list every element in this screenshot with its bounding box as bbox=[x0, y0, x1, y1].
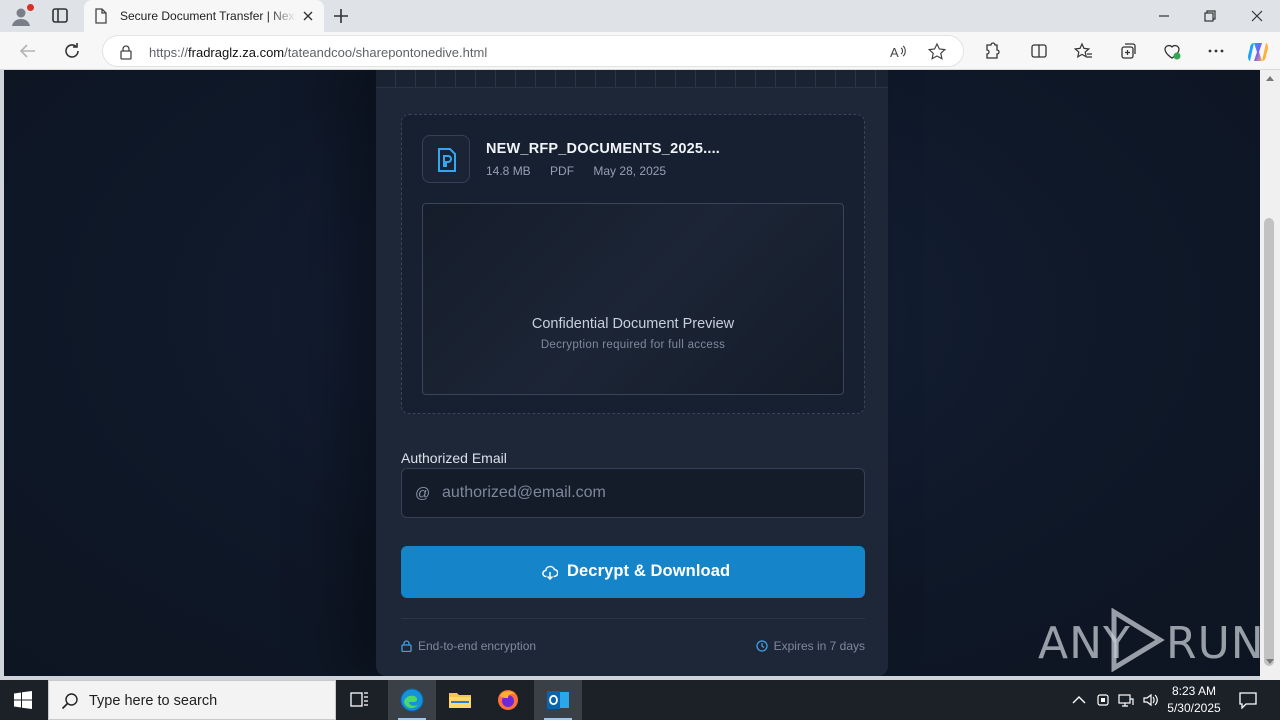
file-meta: 14.8 MB PDF May 28, 2025 bbox=[486, 164, 682, 178]
expiry-text: Expires in 7 days bbox=[773, 639, 865, 653]
outlook-taskbar-button[interactable] bbox=[534, 680, 582, 720]
firefox-taskbar-button[interactable] bbox=[484, 680, 532, 720]
encryption-note: End-to-end encryption bbox=[401, 639, 536, 653]
volume-icon[interactable] bbox=[1142, 692, 1158, 708]
read-aloud-icon[interactable]: A bbox=[889, 43, 909, 61]
at-icon: @ bbox=[415, 485, 431, 502]
scroll-up-arrow-icon[interactable] bbox=[1265, 74, 1275, 82]
collections-icon[interactable] bbox=[1118, 41, 1138, 61]
preview-title: Confidential Document Preview bbox=[531, 316, 735, 332]
edge-icon bbox=[400, 688, 424, 712]
minimize-icon[interactable] bbox=[1154, 6, 1174, 26]
svg-text:A: A bbox=[890, 45, 899, 60]
browser-toolbar: https://fradraglz.za.com/tateandcoo/shar… bbox=[0, 32, 1280, 70]
email-input[interactable] bbox=[442, 478, 852, 508]
pdf-file-icon bbox=[438, 148, 456, 172]
chevron-up-icon[interactable] bbox=[1071, 692, 1087, 708]
scrollbar[interactable] bbox=[1260, 70, 1280, 680]
browser-tab-strip: Secure Document Transfer | Nexo bbox=[0, 0, 1280, 32]
watermark-right: RUN bbox=[1166, 618, 1265, 669]
file-date: May 28, 2025 bbox=[593, 164, 667, 178]
restore-icon[interactable] bbox=[1200, 6, 1220, 26]
document-icon bbox=[95, 8, 107, 24]
decrypt-download-label: Decrypt & Download bbox=[567, 562, 731, 580]
decrypt-download-button[interactable]: Decrypt & Download bbox=[401, 546, 865, 598]
anyrun-watermark: ANY RUN bbox=[1038, 608, 1264, 672]
transfer-card: NEW_RFP_DOCUMENTS_2025.... 14.8 MB PDF M… bbox=[376, 70, 888, 676]
windows-start-icon[interactable] bbox=[14, 691, 32, 709]
clock-time: 8:23 AM bbox=[1171, 684, 1217, 698]
card-header-strip bbox=[376, 70, 888, 88]
address-bar[interactable]: https://fradraglz.za.com/tateandcoo/shar… bbox=[102, 35, 964, 67]
taskbar-clock[interactable]: 8:23 AM 5/30/2025 bbox=[1160, 683, 1228, 717]
clock-date: 5/30/2025 bbox=[1167, 701, 1221, 715]
footer-divider bbox=[401, 618, 865, 619]
copilot-icon[interactable] bbox=[1246, 40, 1270, 64]
document-preview: Confidential Document Preview Decryption… bbox=[422, 203, 844, 395]
plus-icon[interactable] bbox=[332, 6, 350, 26]
windows-taskbar: Type here to search 8:23 AM 5/30/2025 bbox=[0, 680, 1280, 720]
network-icon[interactable] bbox=[1118, 692, 1134, 708]
file-icon-box bbox=[422, 135, 470, 183]
preview-subtitle: Decryption required for full access bbox=[540, 339, 726, 351]
url-domain: fradraglz.za.com bbox=[188, 45, 285, 60]
extensions-icon[interactable] bbox=[981, 41, 1001, 61]
file-size: 14.8 MB bbox=[486, 164, 531, 178]
email-label: Authorized Email bbox=[401, 450, 507, 466]
scroll-down-arrow-icon[interactable] bbox=[1265, 658, 1275, 666]
file-name: NEW_RFP_DOCUMENTS_2025.... bbox=[486, 141, 721, 157]
task-view-icon bbox=[350, 692, 368, 707]
window-close-icon[interactable] bbox=[1247, 6, 1267, 26]
padlock-icon bbox=[401, 640, 412, 653]
device-icon[interactable] bbox=[1095, 692, 1111, 708]
firefox-icon bbox=[498, 690, 518, 710]
close-icon[interactable] bbox=[300, 8, 316, 24]
encryption-text: End-to-end encryption bbox=[418, 639, 537, 653]
notification-icon[interactable] bbox=[1238, 691, 1258, 709]
outlook-icon bbox=[547, 691, 569, 709]
browser-essentials-icon[interactable] bbox=[1162, 41, 1182, 61]
search-placeholder: Type here to search bbox=[89, 693, 218, 709]
file-panel: NEW_RFP_DOCUMENTS_2025.... 14.8 MB PDF M… bbox=[401, 114, 865, 414]
search-icon bbox=[61, 693, 78, 710]
file-explorer-icon bbox=[449, 693, 471, 708]
refresh-icon[interactable] bbox=[61, 40, 83, 62]
star-icon[interactable] bbox=[927, 42, 947, 62]
profile-notification-dot bbox=[27, 4, 34, 11]
page-viewport: NEW_RFP_DOCUMENTS_2025.... 14.8 MB PDF M… bbox=[4, 70, 1260, 676]
favorites-icon[interactable] bbox=[1073, 41, 1093, 61]
play-logo-icon bbox=[1111, 608, 1165, 672]
url-text[interactable]: https://fradraglz.za.com/tateandcoo/shar… bbox=[149, 45, 487, 60]
scrollbar-thumb[interactable] bbox=[1264, 218, 1274, 666]
tab-actions-icon[interactable] bbox=[48, 6, 72, 26]
taskbar-search[interactable]: Type here to search bbox=[48, 680, 336, 720]
clock-icon bbox=[755, 640, 768, 652]
expiry-note: Expires in 7 days bbox=[755, 639, 865, 653]
more-icon[interactable] bbox=[1206, 41, 1226, 61]
email-field[interactable]: @ bbox=[401, 468, 865, 518]
back-arrow-icon[interactable] bbox=[17, 40, 39, 62]
tab-title: Secure Document Transfer | Nexo bbox=[120, 9, 296, 23]
cloud-download-icon bbox=[542, 565, 558, 580]
url-path: /tateandcoo/sharepontonedive.html bbox=[284, 45, 488, 60]
file-explorer-taskbar-button[interactable] bbox=[436, 680, 484, 720]
split-screen-icon[interactable] bbox=[1029, 41, 1049, 61]
lock-icon[interactable] bbox=[119, 44, 133, 60]
edge-taskbar-button[interactable] bbox=[388, 680, 436, 720]
file-type: PDF bbox=[550, 164, 575, 178]
active-tab[interactable]: Secure Document Transfer | Nexo bbox=[84, 0, 324, 32]
task-view-button[interactable] bbox=[336, 680, 384, 720]
url-prefix: https:// bbox=[149, 45, 189, 60]
